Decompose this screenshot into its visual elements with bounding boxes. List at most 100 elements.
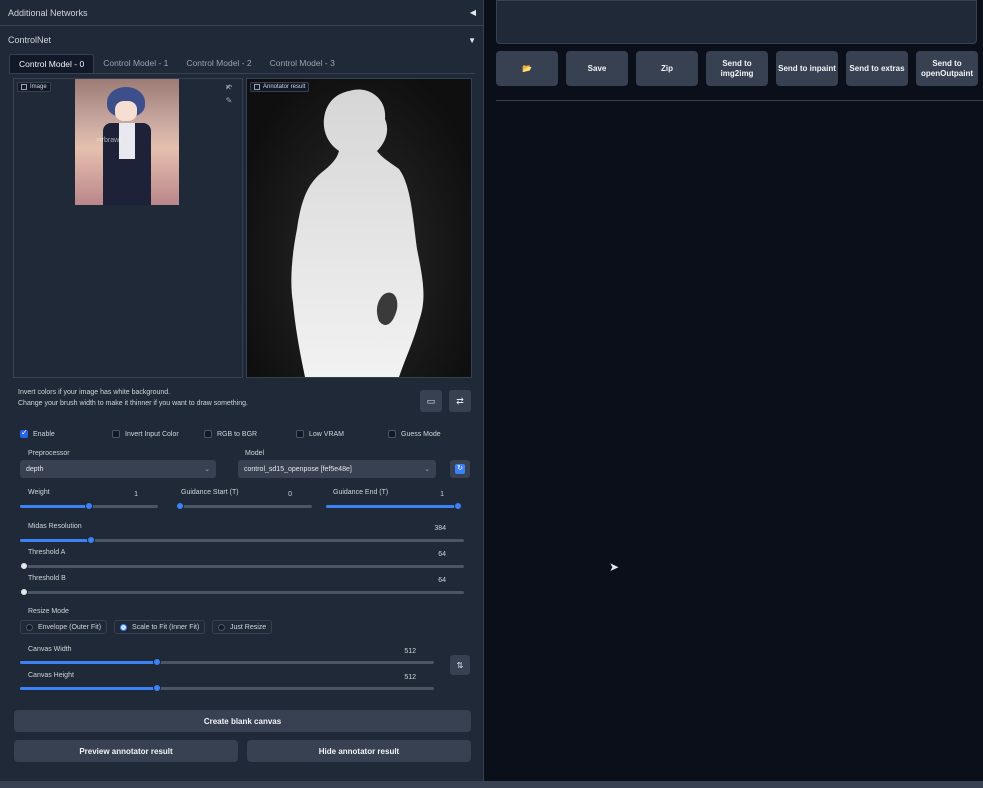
refresh-icon: ↻ [455,464,465,474]
radio-envelope[interactable]: Envelope (Outer Fit) [20,620,108,634]
radio-label: Scale to Fit (Inner Fit) [132,623,200,631]
checkbox-box[interactable] [204,430,212,438]
send-to-inpaint-button[interactable]: Send to inpaint [776,51,838,86]
slider-knob[interactable] [153,684,161,692]
create-blank-canvas-button[interactable]: Create blank canvas [14,710,471,732]
guidance-end-label: Guidance End (T) [333,489,389,496]
canvas-height-label: Canvas Height [28,672,74,679]
image-watermark: rrrbrawl [97,137,121,144]
rgb-bgr-checkbox[interactable]: RGB to BGR [204,430,257,438]
guidance-start-value[interactable]: 0 [262,491,292,498]
canvas-width-value[interactable]: 512 [386,648,416,655]
midas-resolution-value[interactable]: 384 [416,525,446,532]
canvas-width-slider[interactable] [20,658,434,666]
slider-fill [20,505,89,508]
tab-control-model-3[interactable]: Control Model - 3 [261,54,344,73]
low-vram-checkbox[interactable]: Low VRAM [296,430,344,438]
swap-dimensions-icon: ⇅ [456,660,464,670]
zip-button[interactable]: Zip [636,51,698,86]
checkbox-box[interactable] [20,428,28,438]
additional-networks-accordion[interactable]: Additional Networks ◀ [0,0,484,26]
controlnet-accordion[interactable]: ControlNet ▼ [0,27,484,53]
guess-mode-checkbox[interactable]: Guess Mode [388,430,441,438]
weight-value[interactable]: 1 [108,491,138,498]
threshold-b-slider[interactable] [20,588,464,596]
character-shirt [119,123,135,159]
control-model-tabs: Control Model - 0 Control Model - 1 Cont… [9,54,344,73]
guidance-start-slider[interactable] [176,502,312,510]
depth-map-image [247,79,471,377]
slider-fill [20,661,157,664]
slider-knob[interactable] [176,502,184,510]
close-icon[interactable]: ✕ [225,83,232,92]
tab-control-model-1[interactable]: Control Model - 1 [94,54,177,73]
radio-dot[interactable] [218,623,225,631]
dropdown-value: depth [26,465,44,473]
weight-slider[interactable] [20,502,158,510]
radio-just-resize[interactable]: Just Resize [212,620,273,634]
enable-checkbox[interactable]: Enable [20,428,55,438]
slider-knob[interactable] [85,502,93,510]
model-dropdown[interactable]: control_sd15_openpose [fef5e48e] ⌄ [238,460,436,478]
save-button[interactable]: Save [566,51,628,86]
expand-triangle-icon[interactable]: ▼ [468,36,476,45]
dropdown-value: control_sd15_openpose [fef5e48e] [244,465,352,473]
canvas-height-slider[interactable] [20,684,434,692]
hint-line-1: Invert colors if your image has white ba… [18,389,171,396]
image-label-text: Image [30,84,47,90]
brush-icon[interactable]: ✎ [224,96,234,105]
refresh-models-button[interactable]: ↻ [450,460,470,478]
collapse-triangle-icon[interactable]: ◀ [470,8,476,17]
invert-input-checkbox[interactable]: Invert Input Color [112,430,179,438]
slider-knob[interactable] [20,588,28,596]
slider-knob[interactable] [20,562,28,570]
slider-knob[interactable] [153,658,161,666]
midas-resolution-slider[interactable] [20,536,464,544]
radio-scale-to-fit[interactable]: Scale to Fit (Inner Fit) [114,620,206,634]
hide-annotator-button[interactable]: Hide annotator result [247,740,471,762]
tab-control-model-0[interactable]: Control Model - 0 [9,54,95,73]
output-info-area [496,0,977,44]
guidance-end-slider[interactable] [326,502,462,510]
checkbox-label: RGB to BGR [217,430,258,438]
canvas-icon: ▭ [426,395,436,406]
open-folder-button[interactable]: 📂 [496,51,558,86]
depth-silhouette [291,89,424,377]
checkbox-box[interactable] [296,430,304,438]
threshold-a-label: Threshold A [28,549,66,556]
swap-colors-button[interactable]: ⇄ [449,390,471,412]
canvas-width-label: Canvas Width [28,646,72,653]
send-to-openoutpaint-button[interactable]: Send to openOutpaint [916,51,978,86]
controlnet-panel: Additional Networks ◀ ControlNet ▼ Contr… [0,0,484,782]
image-input-area[interactable]: Image rrrbrawl ↶ ✎ ✕ [13,78,243,378]
preview-annotator-button[interactable]: Preview annotator result [14,740,238,762]
radio-dot[interactable] [120,623,127,631]
checkbox-label: Guess Mode [401,430,441,438]
accordion-label: ControlNet [8,35,52,45]
threshold-a-value[interactable]: 64 [416,551,446,558]
slider-fill [20,539,91,542]
bottom-scrollbar[interactable] [0,781,983,788]
threshold-a-slider[interactable] [20,562,464,570]
radio-dot[interactable] [26,623,33,631]
swap-dimensions-button[interactable]: ⇅ [450,655,470,675]
guidance-end-value[interactable]: 1 [414,491,444,498]
annotator-label-text: Annotator result [263,84,306,90]
radio-label: Envelope (Outer Fit) [38,623,102,631]
threshold-b-value[interactable]: 64 [416,577,446,584]
tab-control-model-2[interactable]: Control Model - 2 [177,54,260,73]
checkbox-box[interactable] [112,430,120,438]
canvas-button[interactable]: ▭ [420,390,442,412]
folder-icon: 📂 [522,63,532,73]
weight-label: Weight [28,489,50,496]
guidance-start-label: Guidance Start (T) [181,489,239,496]
preprocessor-dropdown[interactable]: depth ⌄ [20,460,216,478]
slider-knob[interactable] [454,502,462,510]
send-to-img2img-button[interactable]: Send to img2img [706,51,768,86]
chevron-down-icon: ⌄ [204,466,210,473]
canvas-height-value[interactable]: 512 [386,674,416,681]
checkbox-box[interactable] [388,430,396,438]
send-to-extras-button[interactable]: Send to extras [846,51,908,86]
slider-knob[interactable] [87,536,95,544]
checkbox-label: Low VRAM [309,430,345,438]
